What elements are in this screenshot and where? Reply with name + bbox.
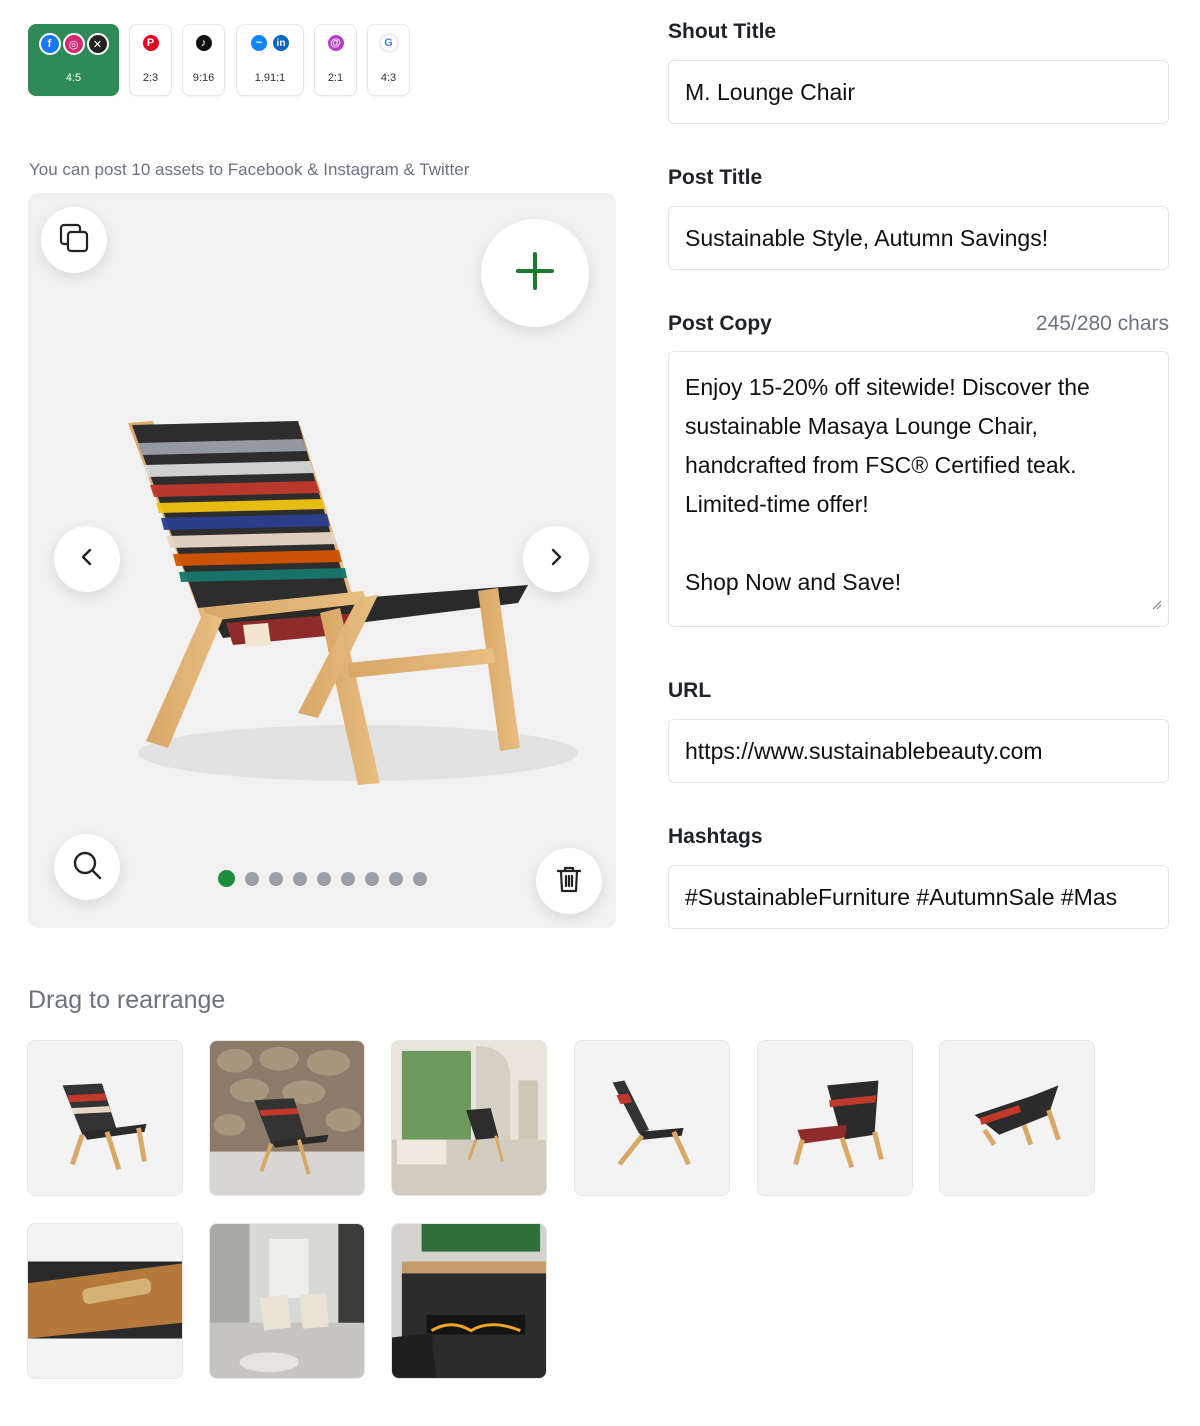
ratio-label: 4:5 — [65, 72, 82, 84]
url-value: https://www.sustainablebeauty.com — [685, 737, 1043, 764]
post-title-input[interactable]: Sustainable Style, Autumn Savings! — [668, 206, 1169, 270]
thumbnail-chair-side-view[interactable] — [574, 1040, 730, 1196]
ratio-chip-2-3[interactable]: P 2:3 — [129, 24, 172, 96]
add-asset-button[interactable] — [481, 219, 589, 327]
ratio-label: 1.91:1 — [254, 72, 286, 84]
asset-preview — [28, 193, 616, 928]
post-title-value: Sustainable Style, Autumn Savings! — [685, 224, 1049, 251]
post-copy-label: Post Copy — [668, 312, 772, 335]
trash-icon — [554, 864, 584, 899]
thumbnail-chair-stone-wall[interactable] — [209, 1040, 365, 1196]
thumbnail-chair-living-room-window[interactable] — [391, 1040, 547, 1196]
pagination-dots — [218, 870, 427, 887]
duplicate-button[interactable] — [41, 207, 107, 273]
thumbnail-chair-top-angle[interactable] — [939, 1040, 1095, 1196]
shout-title-label: Shout Title — [668, 20, 777, 43]
pinterest-icon: P — [140, 33, 161, 53]
ratio-chip-4-5[interactable]: f ◎ ✕ 4:5 — [28, 24, 119, 96]
zoom-button[interactable] — [54, 834, 120, 900]
thumbnail-chair-studio-front[interactable] — [27, 1040, 183, 1196]
instagram-icon: ◎ — [62, 33, 85, 55]
chevron-right-icon — [546, 547, 566, 572]
pagination-dot[interactable] — [218, 870, 235, 887]
x-icon: ✕ — [86, 33, 109, 55]
pagination-dot[interactable] — [269, 871, 283, 886]
ratio-chip-1-91-1[interactable]: ~ in 1.91:1 — [236, 24, 304, 96]
shout-title-input[interactable]: M. Lounge Chair — [668, 60, 1169, 124]
url-input[interactable]: https://www.sustainablebeauty.com — [668, 719, 1169, 783]
post-copy-line: Enjoy 15-20% off sitewide! Discover the — [685, 374, 1090, 400]
ratio-chip-9-16[interactable]: ♪ 9:16 — [182, 24, 225, 96]
facebook-icon: f — [38, 33, 61, 55]
post-title-label: Post Title — [668, 166, 763, 189]
pagination-dot[interactable] — [365, 871, 379, 886]
thumbnail-brand-plate-closeup[interactable] — [27, 1223, 183, 1379]
thumbnail-chair-back-three-quarter[interactable] — [757, 1040, 913, 1196]
ratio-label: 2:3 — [142, 72, 159, 84]
post-copy-char-counter: 245/280 chars — [1035, 312, 1169, 335]
linkedin-icon: in — [271, 33, 291, 53]
pagination-dot[interactable] — [413, 871, 427, 886]
post-copy-line: Limited-time offer! — [685, 491, 869, 517]
previous-asset-button[interactable] — [54, 526, 120, 592]
post-copy-line: Shop Now and Save! — [685, 569, 902, 595]
threads-icon: @ — [325, 33, 346, 53]
chevron-left-icon — [77, 547, 97, 572]
pagination-dot[interactable] — [341, 871, 355, 886]
plus-icon — [515, 251, 555, 296]
zoom-icon — [71, 849, 103, 886]
hashtags-input[interactable]: #SustainableFurniture #AutumnSale #Mas — [668, 865, 1169, 929]
asset-limit-hint: You can post 10 assets to Facebook & Ins… — [29, 160, 470, 179]
bluesky-icon: ~ — [249, 33, 269, 53]
pagination-dot[interactable] — [293, 871, 307, 886]
url-label: URL — [668, 679, 712, 702]
google-icon: G — [378, 33, 399, 53]
thumbnail-chairs-interior-pair[interactable] — [209, 1223, 365, 1379]
ratio-chip-4-3[interactable]: G 4:3 — [367, 24, 410, 96]
pagination-dot[interactable] — [317, 871, 331, 886]
shout-title-value: M. Lounge Chair — [685, 78, 856, 105]
pagination-dot[interactable] — [245, 871, 259, 886]
drag-to-rearrange-title: Drag to rearrange — [28, 986, 226, 1014]
post-copy-line: sustainable Masaya Lounge Chair, — [685, 413, 1038, 439]
post-copy-textarea[interactable]: Enjoy 15-20% off sitewide! Discover the … — [668, 351, 1169, 627]
thumbnail-chair-fireplace[interactable] — [391, 1223, 547, 1379]
ratio-chip-2-1[interactable]: @ 2:1 — [314, 24, 357, 96]
tiktok-icon: ♪ — [193, 33, 214, 53]
resize-handle-icon[interactable] — [1150, 583, 1162, 622]
hashtags-label: Hashtags — [668, 825, 763, 848]
hashtags-value: #SustainableFurniture #AutumnSale #Mas — [685, 883, 1118, 910]
pagination-dot[interactable] — [389, 871, 403, 886]
post-copy-line: handcrafted from FSC® Certified teak. — [685, 452, 1077, 478]
ratio-label: 4:3 — [380, 72, 397, 84]
copy-icon — [57, 221, 91, 260]
next-asset-button[interactable] — [523, 526, 589, 592]
ratio-label: 9:16 — [192, 72, 215, 84]
ratio-label: 2:1 — [327, 72, 344, 84]
delete-asset-button[interactable] — [536, 848, 602, 914]
